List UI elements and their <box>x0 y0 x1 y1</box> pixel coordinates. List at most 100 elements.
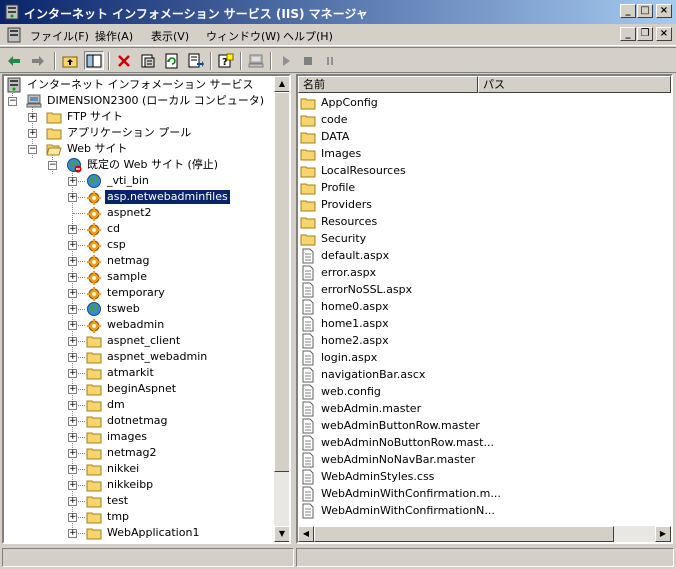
list-item[interactable]: webAdminNoNavBar.master <box>300 451 477 468</box>
tree-default-site[interactable]: 既定の Web サイト (停止) <box>66 157 220 173</box>
collapse-default-site-toggle[interactable]: − <box>48 161 57 170</box>
list-item[interactable]: home2.aspx <box>300 332 391 349</box>
expand-toggle[interactable]: + <box>68 529 77 538</box>
list-item[interactable]: navigationBar.ascx <box>300 366 427 383</box>
list-item[interactable]: default.aspx <box>300 247 391 264</box>
show-tree-button[interactable] <box>84 51 104 70</box>
scroll-right-button[interactable]: ▶ <box>655 526 671 542</box>
help-button[interactable]: ? <box>216 51 236 70</box>
tree-root[interactable]: インターネット インフォメーション サービス <box>6 77 255 93</box>
expand-ftp-toggle[interactable]: + <box>28 113 37 122</box>
list-item[interactable]: WebAdminStyles.css <box>300 468 436 485</box>
collapse-computer-toggle[interactable]: − <box>8 97 17 106</box>
menu-file[interactable]: ファイル(F) <box>30 28 89 44</box>
tree-ftp[interactable]: FTP サイト <box>46 109 125 125</box>
tree-apppool[interactable]: アプリケーション プール <box>46 125 193 141</box>
list-item[interactable]: login.aspx <box>300 349 379 366</box>
mdi-restore-button[interactable]: ❐ <box>637 27 653 41</box>
expand-toggle[interactable]: + <box>68 513 77 522</box>
tree-node[interactable]: netmag2 <box>86 445 159 461</box>
expand-toggle[interactable]: + <box>68 401 77 410</box>
menu-action[interactable]: 操作(A) <box>95 28 133 44</box>
scroll-down-button[interactable]: ▼ <box>274 526 289 542</box>
tree-node[interactable]: dotnetmag <box>86 413 170 429</box>
tree-node[interactable]: aspnet2 <box>86 205 154 221</box>
expand-toggle[interactable]: + <box>68 241 77 250</box>
expand-toggle[interactable]: + <box>68 353 77 362</box>
collapse-web-toggle[interactable]: − <box>28 145 37 154</box>
expand-toggle[interactable]: + <box>68 497 77 506</box>
expand-toggle[interactable]: + <box>68 225 77 234</box>
minimize-button[interactable]: _ <box>620 4 636 18</box>
list-horizontal-scrollbar[interactable]: ◀ ▶ <box>298 526 671 542</box>
refresh-button[interactable] <box>162 51 182 70</box>
mdi-close-button[interactable]: × <box>656 27 672 41</box>
list-item[interactable]: WebAdminWithConfirmationN... <box>300 502 497 519</box>
expand-toggle[interactable]: + <box>68 449 77 458</box>
expand-toggle[interactable]: + <box>68 465 77 474</box>
expand-toggle[interactable]: + <box>68 369 77 378</box>
list-item[interactable]: AppConfig <box>300 94 380 111</box>
expand-toggle[interactable]: + <box>68 481 77 490</box>
expand-toggle[interactable]: + <box>68 337 77 346</box>
scroll-left-button[interactable]: ◀ <box>298 526 314 542</box>
tree-web[interactable]: Web サイト <box>46 141 129 157</box>
tree-node[interactable]: WebApplication1 <box>86 525 201 541</box>
expand-toggle[interactable]: + <box>68 417 77 426</box>
tree-vertical-scrollbar[interactable]: ▲ ▼ <box>274 76 289 542</box>
close-button[interactable]: × <box>656 4 672 18</box>
tree-node[interactable]: cd <box>86 221 122 237</box>
expand-toggle[interactable]: + <box>68 385 77 394</box>
tree-node[interactable]: asp.netwebadminfiles <box>86 189 231 205</box>
maximize-button[interactable]: □ <box>637 4 653 18</box>
start-button[interactable] <box>276 51 296 70</box>
mdi-child-icon[interactable] <box>6 27 22 43</box>
expand-toggle[interactable]: + <box>68 273 77 282</box>
list-item[interactable]: webAdmin.master <box>300 400 423 417</box>
list-item[interactable]: home1.aspx <box>300 315 391 332</box>
list-item[interactable]: Images <box>300 145 363 162</box>
tree-node[interactable]: tsweb <box>86 301 142 317</box>
expand-toggle[interactable]: + <box>68 177 77 186</box>
stop-button[interactable] <box>298 51 318 70</box>
tree-node[interactable]: nikkeibp <box>86 477 155 493</box>
tree-node[interactable]: dm <box>86 397 127 413</box>
list-item[interactable]: error.aspx <box>300 264 378 281</box>
menu-view[interactable]: 表示(V) <box>151 28 189 44</box>
list-item[interactable]: webAdminNoButtonRow.mast... <box>300 434 496 451</box>
tree-node[interactable]: netmag <box>86 253 152 269</box>
up-level-button[interactable] <box>60 51 80 70</box>
list-item[interactable]: code <box>300 111 350 128</box>
column-header-name[interactable]: 名前 <box>298 76 478 93</box>
list-item[interactable]: DATA <box>300 128 351 145</box>
expand-toggle[interactable]: + <box>68 193 77 202</box>
properties-button[interactable] <box>138 51 158 70</box>
tree-node[interactable]: _vti_bin <box>86 173 151 189</box>
tree-node[interactable]: aspnet_webadmin <box>86 349 209 365</box>
delete-button[interactable] <box>114 51 134 70</box>
expand-toggle[interactable]: + <box>68 321 77 330</box>
list-item[interactable]: home0.aspx <box>300 298 391 315</box>
tree-node[interactable]: aspnet_client <box>86 333 182 349</box>
tree-node[interactable]: temporary <box>86 285 167 301</box>
expand-apppool-toggle[interactable]: + <box>28 129 37 138</box>
menu-window[interactable]: ウィンドウ(W) <box>206 28 280 44</box>
scroll-thumb[interactable] <box>274 92 289 472</box>
hscroll-thumb[interactable] <box>314 526 614 542</box>
list-item[interactable]: Providers <box>300 196 374 213</box>
tree-node[interactable]: atmarkit <box>86 365 156 381</box>
tree-node[interactable]: tmp <box>86 509 131 525</box>
scroll-up-button[interactable]: ▲ <box>274 76 289 92</box>
tree-node[interactable]: beginAspnet <box>86 381 178 397</box>
tree-node[interactable]: csp <box>86 237 128 253</box>
back-button[interactable] <box>4 51 24 70</box>
expand-toggle[interactable]: + <box>68 305 77 314</box>
forward-button[interactable] <box>28 51 48 70</box>
pause-button[interactable] <box>320 51 340 70</box>
column-header-path[interactable]: パス <box>478 76 671 93</box>
menu-help[interactable]: ヘルプ(H) <box>283 28 333 44</box>
expand-toggle[interactable]: + <box>68 433 77 442</box>
tree-node[interactable]: sample <box>86 269 149 285</box>
tree-node[interactable]: nikkei <box>86 461 141 477</box>
tree-node[interactable]: images <box>86 429 149 445</box>
